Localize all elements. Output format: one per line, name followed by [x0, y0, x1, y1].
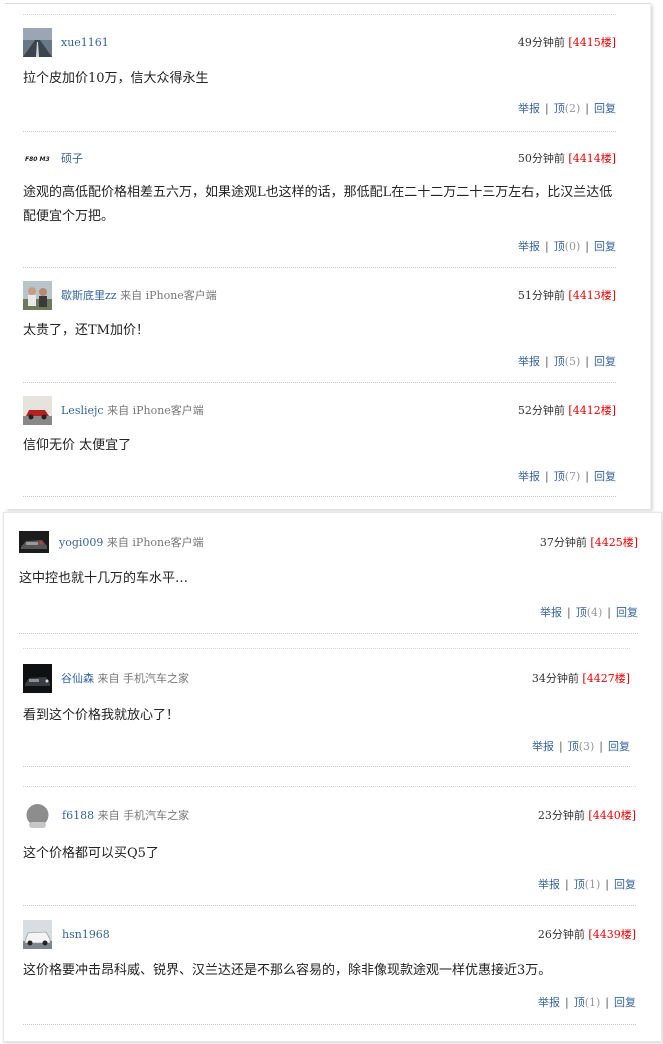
- reply-button[interactable]: 回复: [594, 102, 616, 115]
- like-button[interactable]: 顶(0): [554, 240, 581, 253]
- like-count: (2): [564, 102, 581, 115]
- comment-text: 这中控也就十几万的车水平…: [19, 571, 189, 586]
- report-button[interactable]: 举报: [518, 470, 540, 483]
- floor-number[interactable]: 4440楼: [593, 809, 632, 822]
- avatar[interactable]: [23, 281, 52, 310]
- avatar[interactable]: [23, 396, 52, 425]
- username[interactable]: Lesliejc: [61, 404, 104, 417]
- avatar[interactable]: [23, 28, 52, 57]
- post-time: 50分钟前: [517, 152, 565, 165]
- like-button[interactable]: 顶(7): [554, 470, 581, 483]
- source-label: 来自 iPhone客户端: [107, 404, 204, 417]
- post-time: 52分钟前: [517, 404, 565, 417]
- source-label: 来自 手机汽车之家: [97, 672, 190, 685]
- floor-number[interactable]: 4414楼: [573, 152, 612, 165]
- comment-item: yogi009 来自 iPhone客户端 37分钟前 [4425楼] 这中控也就…: [19, 515, 638, 634]
- comment-text: 太贵了，还TM加价！: [23, 323, 149, 338]
- report-button[interactable]: 举报: [538, 878, 560, 891]
- comment-text: 拉个皮加价10万，信大众得永生: [23, 71, 209, 86]
- reply-button[interactable]: 回复: [594, 240, 616, 253]
- report-button[interactable]: 举报: [518, 240, 540, 253]
- avatar[interactable]: [23, 920, 52, 949]
- like-button[interactable]: 顶(2): [554, 102, 581, 115]
- reply-button[interactable]: 回复: [594, 355, 616, 368]
- report-button[interactable]: 举报: [538, 996, 560, 1009]
- comment-item: hsn1968 26分钟前 [4439楼] 这价格要冲击昂科威、锐界、汉兰达还是…: [23, 905, 636, 1025]
- username[interactable]: 硕子: [61, 152, 83, 165]
- post-time: 51分钟前: [517, 289, 565, 302]
- avatar[interactable]: [23, 664, 52, 693]
- avatar[interactable]: F80 M3: [23, 144, 52, 173]
- post-time: 49分钟前: [517, 36, 565, 49]
- username[interactable]: f6188: [62, 809, 94, 822]
- comment-item: xue1161 49分钟前 [4415楼] 拉个皮加价10万，信大众得永生 举报…: [23, 14, 616, 132]
- comment-item: F80 M3 硕子 50分钟前 [4414楼] 途观的高低配价格相差五六万，如果…: [23, 131, 616, 268]
- like-count: (5): [564, 355, 581, 368]
- floor-number[interactable]: 4425楼: [595, 536, 634, 549]
- source-label: 来自 iPhone客户端: [106, 536, 204, 549]
- report-button[interactable]: 举报: [532, 740, 554, 753]
- floor-number[interactable]: 4427楼: [587, 672, 626, 685]
- like-button[interactable]: 顶(1): [574, 996, 601, 1009]
- reply-button[interactable]: 回复: [614, 878, 636, 891]
- comment-item: 歇斯底里zz 来自 iPhone客户端 51分钟前 [4413楼] 太贵了，还T…: [23, 267, 616, 383]
- reply-button[interactable]: 回复: [616, 606, 638, 619]
- report-button[interactable]: 举报: [540, 606, 562, 619]
- comment-item: f6188 来自 手机汽车之家 23分钟前 [4440楼] 这个价格都可以买Q5…: [23, 786, 636, 906]
- comment-text: 信仰无价 太便宜了: [23, 438, 132, 453]
- avatar[interactable]: [19, 531, 49, 553]
- like-count: (4): [586, 606, 603, 619]
- post-time: 37分钟前: [539, 536, 587, 549]
- comment-text: 这个价格都可以买Q5了: [23, 846, 159, 861]
- report-button[interactable]: 举报: [518, 102, 540, 115]
- comment-item: 谷仙森 来自 手机汽车之家 34分钟前 [4427楼] 看到这个价格我就放心了！…: [23, 648, 630, 767]
- like-button[interactable]: 顶(3): [568, 740, 595, 753]
- username[interactable]: 谷仙森: [61, 672, 94, 685]
- report-button[interactable]: 举报: [518, 355, 540, 368]
- avatar[interactable]: [23, 802, 52, 831]
- floor-number[interactable]: 4439楼: [593, 928, 632, 941]
- source-label: 来自 手机汽车之家: [97, 809, 190, 822]
- comment-text: 途观的高低配价格相差五六万，如果途观L也这样的话，那低配L在二十二万二十三万左右…: [23, 185, 613, 224]
- floor-number[interactable]: 4415楼: [573, 36, 612, 49]
- post-time: 23分钟前: [537, 809, 585, 822]
- like-count: (1): [584, 996, 601, 1009]
- avatar-text: F80 M3: [25, 156, 50, 163]
- post-time: 26分钟前: [537, 928, 585, 941]
- like-count: (7): [564, 470, 581, 483]
- like-button[interactable]: 顶(1): [574, 878, 601, 891]
- username[interactable]: xue1161: [61, 36, 109, 49]
- like-button[interactable]: 顶(5): [554, 355, 581, 368]
- like-button[interactable]: 顶(4): [576, 606, 603, 619]
- reply-button[interactable]: 回复: [608, 740, 630, 753]
- floor-number[interactable]: 4412楼: [573, 404, 612, 417]
- comment-item: Lesliejc 来自 iPhone客户端 52分钟前 [4412楼] 信仰无价…: [23, 382, 616, 497]
- source-label: 来自 iPhone客户端: [120, 289, 217, 302]
- username[interactable]: 歇斯底里zz: [61, 289, 117, 302]
- like-count: (0): [564, 240, 581, 253]
- username[interactable]: yogi009: [59, 536, 103, 549]
- reply-button[interactable]: 回复: [594, 470, 616, 483]
- floor-number[interactable]: 4413楼: [573, 289, 612, 302]
- comment-text: 看到这个价格我就放心了！: [23, 708, 180, 723]
- like-count: (1): [584, 878, 601, 891]
- reply-button[interactable]: 回复: [614, 996, 636, 1009]
- post-time: 34分钟前: [531, 672, 579, 685]
- comment-text: 这价格要冲击昂科威、锐界、汉兰达还是不那么容易的，除非像现款途观一样优惠接近3万…: [23, 963, 552, 978]
- like-count: (3): [578, 740, 595, 753]
- username[interactable]: hsn1968: [62, 928, 110, 941]
